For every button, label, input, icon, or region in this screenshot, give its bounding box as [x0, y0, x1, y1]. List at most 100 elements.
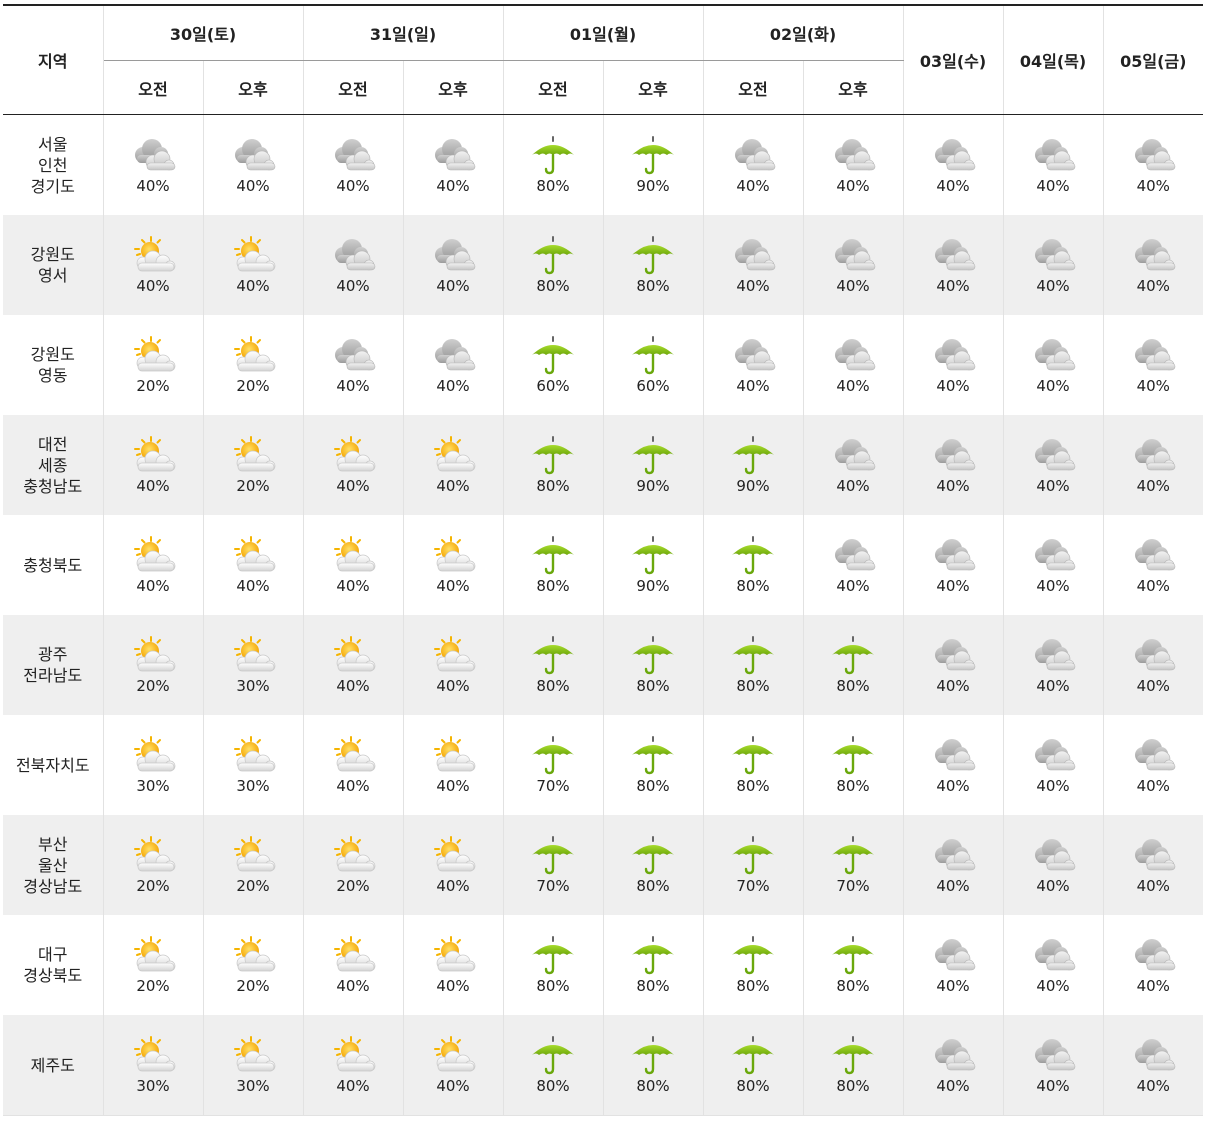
- forecast-cell: 40%: [903, 415, 1004, 515]
- cloudy-icon: [829, 435, 877, 475]
- region-name: 부산: [38, 834, 68, 854]
- partly-cloudy-icon: [429, 935, 477, 975]
- precipitation-probability: 40%: [936, 677, 970, 695]
- umbrella-rain-icon: [629, 535, 677, 575]
- region-name: 경기도: [30, 176, 75, 196]
- cloudy-icon: [1129, 935, 1177, 975]
- cloudy-icon: [1129, 435, 1177, 475]
- precipitation-probability: 40%: [836, 577, 870, 595]
- forecast-cell: 40%: [403, 915, 504, 1015]
- forecast-cell: 30%: [103, 715, 204, 815]
- forecast-cell: 40%: [903, 815, 1004, 915]
- precipitation-probability: 40%: [936, 477, 970, 495]
- region-cell: 전북자치도: [3, 715, 104, 815]
- forecast-cell: 40%: [103, 515, 204, 615]
- partly-cloudy-icon: [229, 835, 277, 875]
- am-header: 오전: [503, 60, 604, 115]
- precipitation-probability: 20%: [136, 677, 170, 695]
- umbrella-rain-icon: [529, 735, 577, 775]
- partly-cloudy-icon: [329, 1035, 377, 1075]
- region-name: 충청남도: [23, 476, 83, 496]
- table-row: 충청북도 40% 40% 40% 40% 80% 90% 80% 40% 40% 40% 40%: [3, 515, 1203, 615]
- precipitation-probability: 30%: [136, 777, 170, 795]
- umbrella-rain-icon: [629, 1035, 677, 1075]
- precipitation-probability: 80%: [836, 977, 870, 995]
- forecast-cell: 80%: [503, 415, 604, 515]
- day-header: 03일(수): [903, 4, 1004, 115]
- precipitation-probability: 30%: [136, 1077, 170, 1095]
- partly-cloudy-icon: [229, 635, 277, 675]
- cloudy-icon: [1029, 335, 1077, 375]
- precipitation-probability: 40%: [436, 977, 470, 995]
- precipitation-probability: 80%: [636, 777, 670, 795]
- umbrella-rain-icon: [829, 935, 877, 975]
- precipitation-probability: 40%: [336, 177, 370, 195]
- forecast-cell: 40%: [903, 515, 1004, 615]
- cloudy-icon: [1129, 535, 1177, 575]
- precipitation-probability: 40%: [336, 677, 370, 695]
- precipitation-probability: 40%: [836, 477, 870, 495]
- precipitation-probability: 40%: [336, 777, 370, 795]
- partly-cloudy-icon: [229, 735, 277, 775]
- precipitation-probability: 80%: [536, 577, 570, 595]
- forecast-cell: 40%: [903, 1015, 1004, 1116]
- forecast-cell: 30%: [203, 715, 304, 815]
- forecast-cell: 40%: [203, 114, 304, 215]
- precipitation-probability: 40%: [1036, 777, 1070, 795]
- forecast-cell: 40%: [803, 114, 904, 215]
- precipitation-probability: 40%: [1036, 1077, 1070, 1095]
- forecast-cell: 40%: [203, 515, 304, 615]
- precipitation-probability: 40%: [836, 377, 870, 395]
- day-header: 30일(토): [103, 4, 304, 61]
- precipitation-probability: 40%: [836, 177, 870, 195]
- forecast-cell: 20%: [203, 915, 304, 1015]
- pm-header: 오후: [203, 60, 304, 115]
- precipitation-probability: 90%: [736, 477, 770, 495]
- precipitation-probability: 40%: [1036, 377, 1070, 395]
- forecast-cell: 40%: [303, 1015, 404, 1116]
- forecast-cell: 40%: [1003, 114, 1104, 215]
- forecast-cell: 80%: [603, 215, 704, 315]
- forecast-cell: 40%: [803, 215, 904, 315]
- precipitation-probability: 40%: [936, 377, 970, 395]
- cloudy-icon: [1129, 1035, 1177, 1075]
- forecast-cell: 80%: [503, 215, 604, 315]
- am-header: 오전: [703, 60, 804, 115]
- region-name: 전북자치도: [15, 755, 90, 775]
- cloudy-icon: [929, 135, 977, 175]
- cloudy-icon: [1029, 1035, 1077, 1075]
- region-name: 경상북도: [23, 966, 83, 985]
- forecast-cell: 40%: [903, 114, 1004, 215]
- region-name: 영서: [38, 266, 68, 285]
- precipitation-probability: 40%: [736, 377, 770, 395]
- forecast-cell: 80%: [503, 1015, 604, 1116]
- forecast-cell: 40%: [103, 215, 204, 315]
- forecast-cell: 40%: [803, 515, 904, 615]
- forecast-cell: 40%: [403, 515, 504, 615]
- forecast-cell: 40%: [1103, 915, 1203, 1015]
- cloudy-icon: [129, 135, 177, 175]
- precipitation-probability: 80%: [536, 177, 570, 195]
- umbrella-rain-icon: [529, 535, 577, 575]
- table-row: 광주 전라남도 20% 30% 40% 40% 80% 80% 80% 80% 40% 40% 40%: [3, 615, 1203, 715]
- region-name: 대구: [38, 945, 68, 964]
- precipitation-probability: 70%: [836, 877, 870, 895]
- region-cell: 광주 전라남도: [3, 615, 104, 715]
- umbrella-rain-icon: [629, 935, 677, 975]
- precipitation-probability: 40%: [336, 977, 370, 995]
- table-row: 대전 세종 충청남도 40% 20% 40% 40% 80% 90% 90% 40% 40% 40% 40…: [3, 415, 1203, 515]
- table-row: 부산 울산 경상남도 20% 20% 20% 40% 70% 80% 70% 70% 40% 40% 40…: [3, 815, 1203, 915]
- umbrella-rain-icon: [729, 1035, 777, 1075]
- umbrella-rain-icon: [729, 535, 777, 575]
- partly-cloudy-icon: [229, 235, 277, 275]
- precipitation-probability: 40%: [936, 977, 970, 995]
- partly-cloudy-icon: [129, 835, 177, 875]
- forecast-cell: 40%: [1003, 815, 1104, 915]
- region-name: 경상남도: [23, 876, 83, 896]
- forecast-cell: 90%: [603, 415, 704, 515]
- forecast-cell: 40%: [903, 715, 1004, 815]
- precipitation-probability: 30%: [236, 677, 270, 695]
- umbrella-rain-icon: [529, 435, 577, 475]
- precipitation-probability: 40%: [1136, 1077, 1170, 1095]
- precipitation-probability: 80%: [636, 277, 670, 295]
